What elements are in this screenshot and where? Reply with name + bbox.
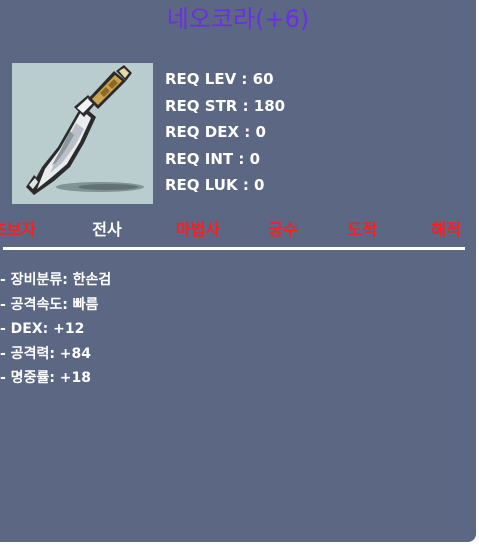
stat-dex: - DEX: +12 bbox=[0, 321, 85, 337]
stat-attack-speed: - 공격속도: 빠름 bbox=[0, 296, 99, 313]
stat-attack: - 공격력: +84 bbox=[0, 345, 92, 362]
stat-equip-type: - 장비분류: 한손검 bbox=[0, 272, 112, 288]
item-icon-frame bbox=[12, 63, 153, 204]
item-tooltip: 네오코라(+6) REQ LEV: 60 REQ STR: 180 REQ … bbox=[0, 0, 476, 542]
req-str: REQ STR : 180 bbox=[165, 96, 286, 115]
stat-accuracy: - 명중률: +18 bbox=[0, 370, 92, 386]
job-magician: 마법사 bbox=[175, 220, 221, 239]
item-name: 네오코라(+6) bbox=[166, 5, 310, 33]
job-archer: 궁수 bbox=[268, 220, 298, 239]
item-stats: - 장비분류: 한손검 - 공격속도: 빠름 - DEX: +12 - 공격력:… bbox=[0, 268, 111, 391]
req-luk: REQ LUK : 0 bbox=[165, 176, 265, 194]
job-warrior: 전사 bbox=[92, 220, 122, 239]
job-pirate: 해적 bbox=[431, 220, 461, 239]
requirements-list: REQ LEV : 60 REQ STR : 180 REQ DEX : 0 R… bbox=[165, 66, 285, 199]
req-dex: REQ DEX : 0 bbox=[165, 123, 266, 141]
job-beginner: 초보자 bbox=[0, 220, 37, 239]
req-level: REQ LEV : 60 bbox=[165, 70, 274, 88]
divider bbox=[3, 247, 465, 250]
req-int: REQ INT : 0 bbox=[165, 149, 261, 168]
job-thief: 도적 bbox=[347, 220, 377, 239]
dagger-icon bbox=[26, 65, 144, 195]
job-requirements: 초보자 전사 마법사 궁수 도적 해적 bbox=[0, 218, 476, 242]
